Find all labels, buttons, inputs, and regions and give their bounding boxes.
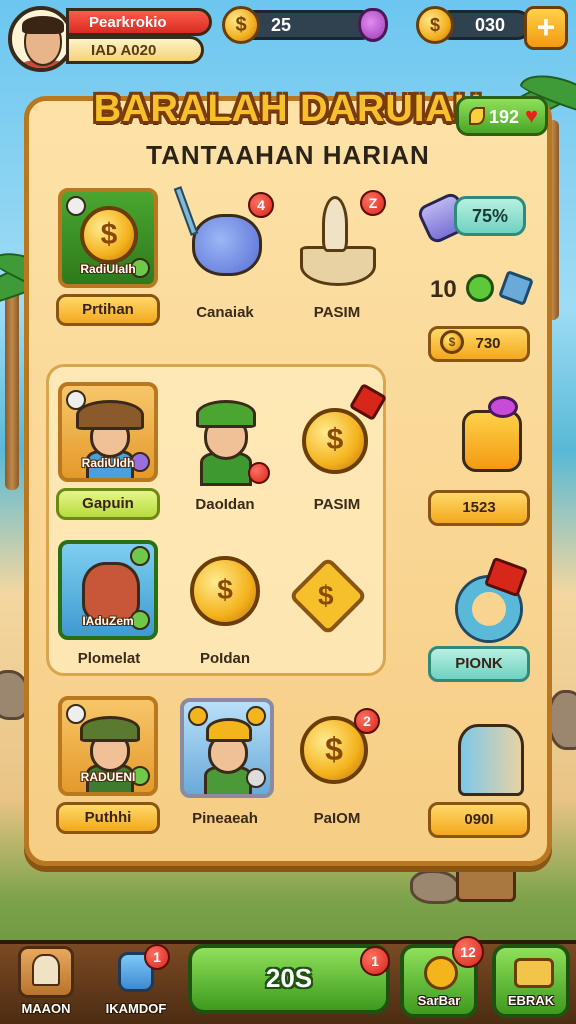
card-label: RADUENI [80, 770, 136, 784]
coin-icon: $ [222, 6, 260, 44]
row4-item-1-label: Pineaeah [192, 810, 258, 827]
reward-card-2[interactable]: RadiUIdh [58, 382, 158, 482]
nav-home-label: MAAON [21, 1001, 71, 1016]
player-subtitle: IAD A020 [66, 36, 204, 64]
side-button-4[interactable]: 090I [428, 802, 530, 838]
dollar-icon: $ [318, 580, 334, 611]
card-label: RadiUIaIh [80, 262, 136, 276]
player-name: Pearkrokio [66, 8, 212, 36]
row1-item-2-label: PASIM [313, 304, 361, 321]
lantern-icon [462, 410, 522, 472]
add-currency-button[interactable]: + [524, 6, 568, 50]
item-badge: Z [360, 190, 386, 216]
coin-icon: $ [80, 206, 138, 264]
row2-item-2-label: PASIM [313, 496, 361, 513]
item-badge: 4 [248, 192, 274, 218]
player-avatar[interactable] [8, 6, 74, 72]
spoon-icon [322, 196, 348, 252]
green-orb-icon [466, 274, 494, 302]
item-badge: 2 [354, 708, 380, 734]
trophy-icon [32, 954, 60, 986]
gem-icon [358, 8, 388, 42]
map-scroll-icon [514, 958, 554, 988]
reward-card-1[interactable]: $ RadiUIaIh [58, 188, 158, 288]
jar-icon [458, 724, 524, 796]
gold-coin-icon: $ [416, 6, 454, 44]
row4-card-button[interactable]: Puthhi [56, 802, 160, 834]
heart-icon: ♥ [525, 103, 539, 128]
row1-item-1-label: Canaiak [196, 304, 254, 321]
card-label: IAduZem [82, 614, 134, 628]
coin-count: 25 [271, 15, 292, 35]
gear-coin-icon: $ [190, 556, 260, 626]
row3-item-1-label: PoIdan [199, 650, 250, 667]
sarbar-badge: 12 [452, 936, 484, 968]
nav-ebrak-label: EBRAK [507, 993, 555, 1008]
potion-value: 75% [471, 206, 509, 226]
reward-card-4[interactable]: RADUENI [58, 696, 158, 796]
nav-robot[interactable]: 1 IKAMDOF [96, 944, 176, 1022]
ten-label: 10 [430, 276, 457, 303]
bowl-item-icon [300, 246, 376, 286]
nav-sarbar-label: SarBar [417, 993, 461, 1008]
side-button-3[interactable]: PIONK [428, 646, 530, 682]
gold-count: 030 [475, 15, 506, 35]
row4-item-2-label: PaIOM [313, 810, 361, 827]
main-button-badge: 1 [360, 946, 390, 976]
main-action-button[interactable]: 20S [188, 944, 390, 1014]
gear-coin-icon: $ [302, 408, 368, 474]
reward-card-5[interactable] [180, 698, 274, 798]
panel-subtitle: TANTAAHAN HARIAN [146, 140, 430, 170]
hearts-counter[interactable]: 192 ♥ [456, 96, 548, 136]
robot-badge: 1 [144, 944, 170, 970]
rock-bottom [410, 870, 460, 904]
row3-card-label: Plomelat [77, 650, 141, 667]
side-button-2[interactable]: 1523 [428, 490, 530, 526]
bow-icon [488, 396, 518, 418]
side-button-1-value: 730 [475, 335, 501, 352]
coin-icon: $ [440, 330, 464, 354]
reward-card-3[interactable]: IAduZem [58, 540, 158, 640]
row2-item-1-label: DaoIdan [195, 496, 255, 513]
hearts-count: 192 [489, 107, 520, 127]
row2-card-button[interactable]: Gapuin [56, 488, 160, 520]
item-badge [248, 462, 270, 484]
gear-icon [424, 956, 458, 990]
row1-card-button[interactable]: Prtihan [56, 294, 160, 326]
leaf-icon [469, 107, 485, 125]
nav-robot-label: IKAMDOF [105, 1001, 167, 1016]
boar-item-icon [192, 214, 262, 276]
nav-ebrak[interactable]: EBRAK [492, 944, 570, 1018]
explorer-hat [76, 400, 144, 430]
potion-value-pill: 75% [454, 196, 526, 236]
nav-home[interactable]: MAAON [6, 944, 86, 1022]
card-label: RadiUIdh [81, 456, 135, 470]
rock-right [548, 690, 576, 750]
